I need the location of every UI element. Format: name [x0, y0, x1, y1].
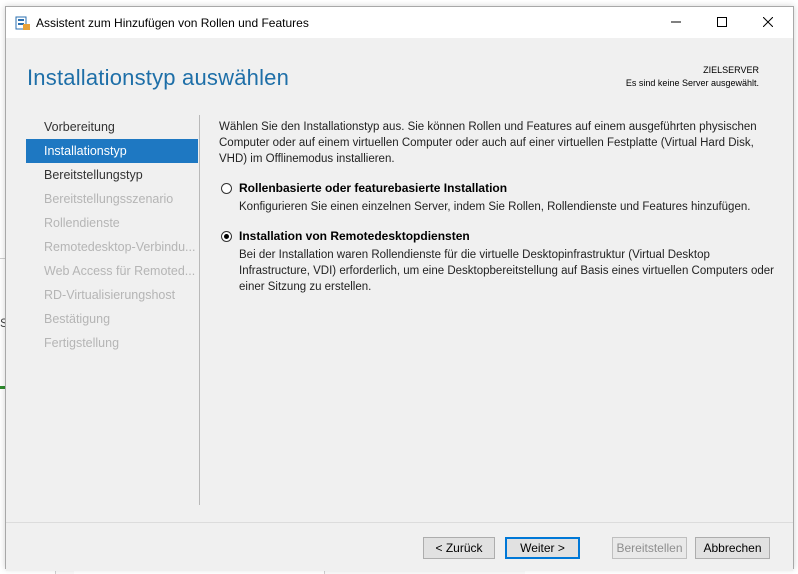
- main-content: Wählen Sie den Installationstyp aus. Sie…: [219, 119, 779, 295]
- close-button[interactable]: [745, 7, 791, 38]
- radio-remote-desktop[interactable]: [221, 231, 232, 242]
- nav-item-vorbereitung[interactable]: Vorbereitung: [26, 115, 198, 139]
- window-title: Assistent zum Hinzufügen von Rollen und …: [36, 16, 309, 30]
- close-icon: [762, 14, 774, 32]
- nav-item-bestaetigung: Bestätigung: [44, 312, 111, 326]
- nav-item-rollendienste: Rollendienste: [44, 216, 120, 230]
- option-title[interactable]: Installation von Remotedesktopdiensten: [239, 229, 779, 243]
- wizard-window: Assistent zum Hinzufügen von Rollen und …: [5, 6, 794, 571]
- option-role-based[interactable]: Rollenbasierte oder featurebasierte Inst…: [219, 181, 779, 215]
- target-server-status: Es sind keine Server ausgewählt.: [625, 78, 759, 88]
- back-button[interactable]: < Zurück: [423, 537, 495, 559]
- radio-role-based[interactable]: [221, 183, 232, 194]
- target-server-label: ZIELSERVER: [703, 65, 759, 75]
- next-button[interactable]: Weiter >: [505, 537, 580, 559]
- server-manager-icon: [15, 15, 31, 31]
- option-title[interactable]: Rollenbasierte oder featurebasierte Inst…: [239, 181, 779, 195]
- page-title: Installationstyp auswählen: [27, 65, 290, 90]
- nav-item-bereitstellungsszenario: Bereitstellungsszenario: [44, 192, 174, 206]
- nav-item-fertigstellung: Fertigstellung: [44, 336, 120, 350]
- maximize-button[interactable]: [699, 7, 745, 38]
- wizard-navigation: Vorbereitung Installationstyp Bereitstel…: [26, 115, 198, 355]
- nav-item-installationstyp[interactable]: Installationstyp: [26, 139, 198, 163]
- nav-item-rd-virtualisierungshost: RD-Virtualisierungshost: [44, 288, 176, 302]
- minimize-icon: [671, 14, 681, 32]
- option-description: Konfigurieren Sie einen einzelnen Server…: [239, 201, 751, 213]
- deploy-button: Bereitstellen: [612, 537, 687, 559]
- nav-item-bereitstellungstyp[interactable]: Bereitstellungstyp: [26, 163, 198, 187]
- nav-item-web-access: Web Access für Remoted...: [44, 264, 196, 278]
- option-description: Bei der Installation waren Rollendienste…: [239, 249, 774, 293]
- wizard-header: Installationstyp auswählen ZIELSERVER Es…: [6, 38, 793, 108]
- maximize-icon: [717, 14, 727, 32]
- nav-item-remotedesktop-verbindung: Remotedesktop-Verbindu...: [44, 240, 196, 254]
- option-remote-desktop[interactable]: Installation von Remotedesktopdiensten B…: [219, 229, 779, 295]
- navigation-divider: [199, 115, 200, 505]
- cancel-button[interactable]: Abbrechen: [695, 537, 770, 559]
- title-bar[interactable]: Assistent zum Hinzufügen von Rollen und …: [6, 7, 793, 38]
- wizard-footer: < Zurück Weiter > Bereitstellen Abbreche…: [6, 522, 793, 571]
- minimize-button[interactable]: [653, 7, 699, 38]
- intro-text: Wählen Sie den Installationstyp aus. Sie…: [219, 121, 757, 165]
